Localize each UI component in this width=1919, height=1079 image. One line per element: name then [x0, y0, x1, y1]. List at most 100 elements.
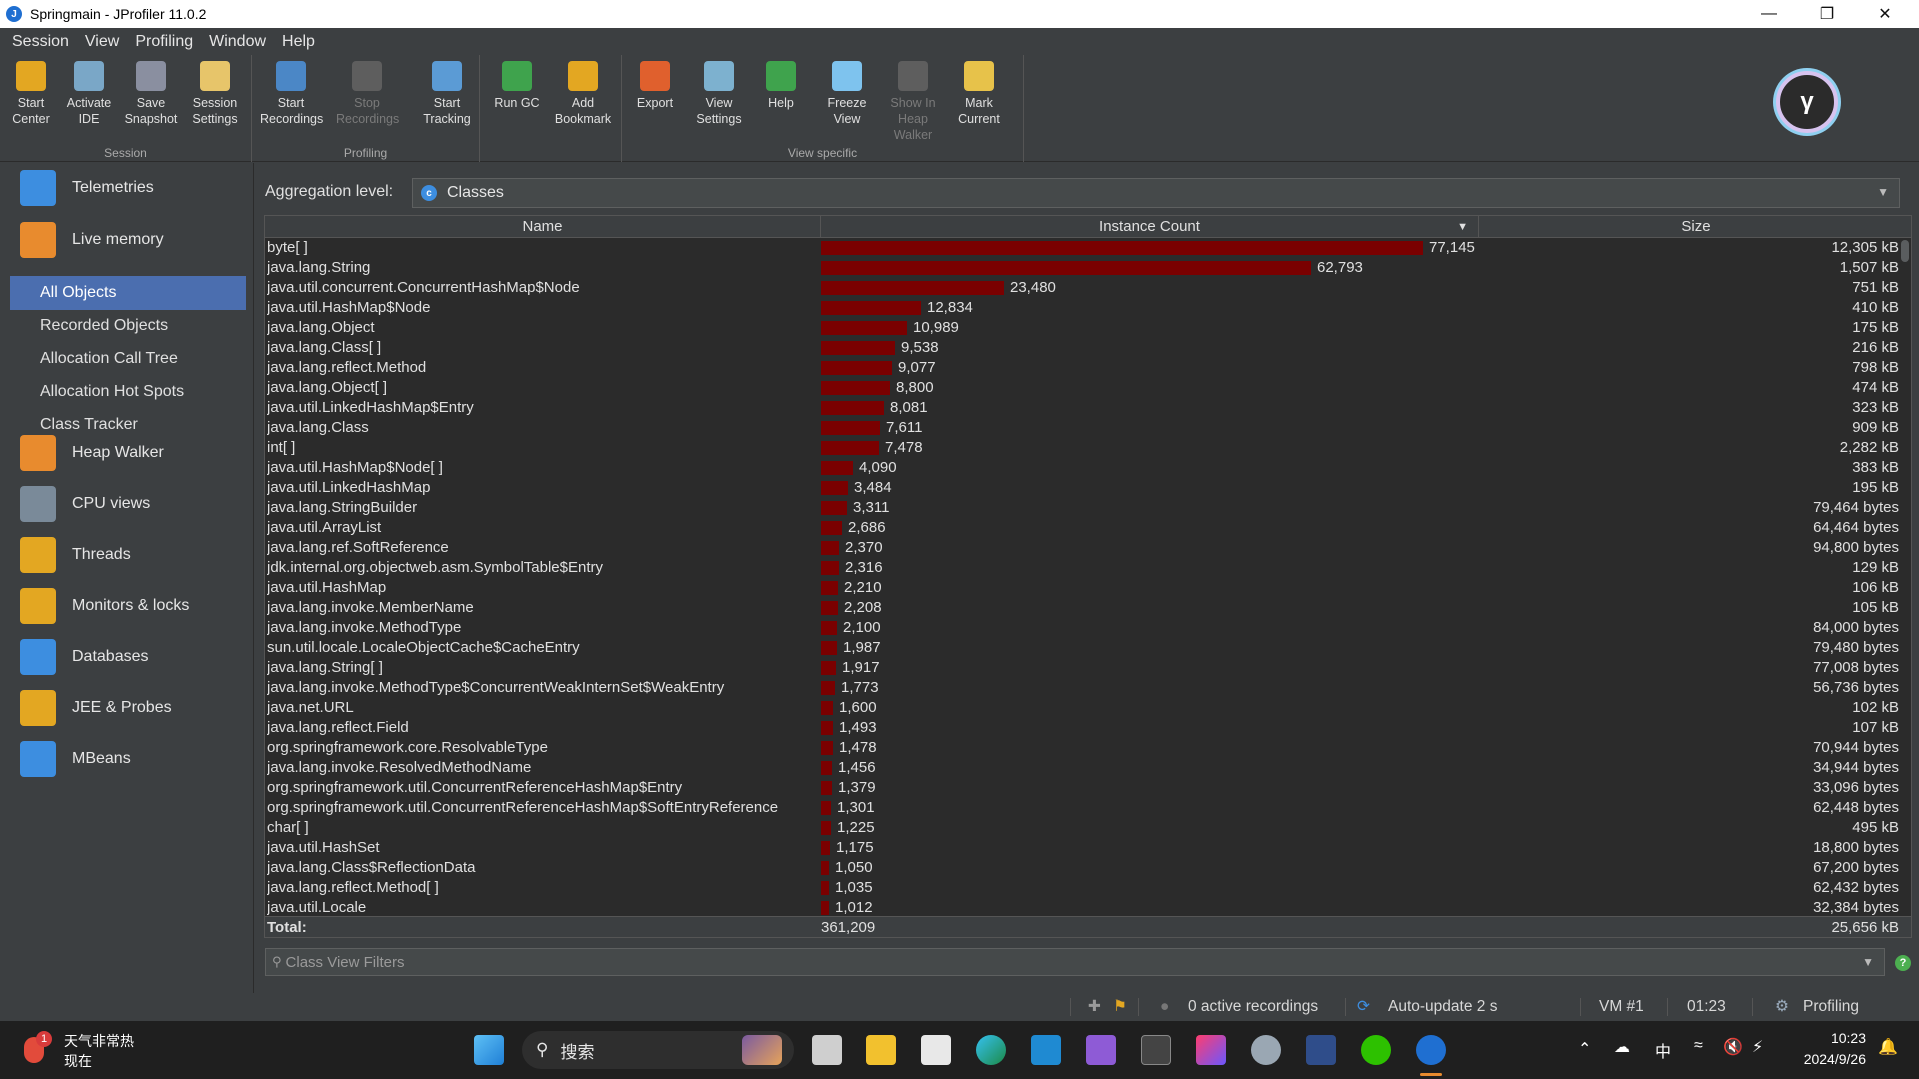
- help-button[interactable]: Help: [750, 61, 812, 111]
- close-button[interactable]: ✕: [1856, 0, 1914, 28]
- table-row[interactable]: java.lang.Object 10,989 175 kB: [265, 318, 1911, 338]
- table-row[interactable]: java.lang.Object[ ] 8,800 474 kB: [265, 378, 1911, 398]
- table-row[interactable]: java.lang.ref.SoftReference 2,370 94,800 b…: [265, 538, 1911, 558]
- wifi-icon[interactable]: ≈: [1694, 1037, 1703, 1055]
- table-row[interactable]: java.lang.reflect.Field 1,493 107 kB: [265, 718, 1911, 738]
- activate-ide-button[interactable]: Activate IDE: [58, 61, 120, 127]
- table-row[interactable]: java.util.LinkedHashMap 3,484 195 kB: [265, 478, 1911, 498]
- add-bookmark-button[interactable]: Add Bookmark: [552, 61, 614, 127]
- sidebar-item-allocation-call-tree[interactable]: Allocation Call Tree: [10, 342, 246, 376]
- freeze-view-button[interactable]: Freeze View: [816, 61, 878, 127]
- clock-date[interactable]: 2024/9/26: [1796, 1051, 1866, 1067]
- notification-bell-icon[interactable]: 🔔: [1878, 1037, 1898, 1057]
- table-row[interactable]: org.springframework.util.ConcurrentRefer…: [265, 798, 1911, 818]
- terminal-icon[interactable]: [1141, 1035, 1171, 1065]
- column-name[interactable]: Name: [265, 216, 821, 238]
- column-size[interactable]: Size: [1479, 216, 1911, 238]
- stop-recordings-button[interactable]: Stop Recordings: [336, 61, 399, 127]
- table-row[interactable]: jdk.internal.org.objectweb.asm.SymbolTab…: [265, 558, 1911, 578]
- sidebar-section-monitors-locks[interactable]: Monitors & locks: [0, 581, 254, 631]
- sidebar-section-live-memory[interactable]: Live memory: [0, 215, 254, 265]
- table-row[interactable]: java.lang.String[ ] 1,917 77,008 bytes: [265, 658, 1911, 678]
- table-row[interactable]: java.net.URL 1,600 102 kB: [265, 698, 1911, 718]
- table-row[interactable]: java.util.HashSet 1,175 18,800 bytes: [265, 838, 1911, 858]
- table-row[interactable]: org.springframework.util.ConcurrentRefer…: [265, 778, 1911, 798]
- table-row[interactable]: byte[ ] 77,145 12,305 kB: [265, 238, 1911, 258]
- settings-icon[interactable]: [1251, 1035, 1281, 1065]
- table-row[interactable]: java.util.ArrayList 2,686 64,464 bytes: [265, 518, 1911, 538]
- sidebar-section-jee-probes[interactable]: JEE & Probes: [0, 683, 254, 733]
- start-center-button[interactable]: Start Center: [0, 61, 62, 127]
- table-row[interactable]: java.util.Locale 1,012 32,384 bytes: [265, 898, 1911, 916]
- save-snapshot-button[interactable]: Save Snapshot: [120, 61, 182, 127]
- sidebar-section-cpu-views[interactable]: CPU views: [0, 479, 254, 529]
- task-view-icon[interactable]: [812, 1035, 842, 1065]
- table-row[interactable]: java.lang.StringBuilder 3,311 79,464 bytes: [265, 498, 1911, 518]
- run-gc-button[interactable]: Run GC: [486, 61, 548, 111]
- filter-help-icon[interactable]: ?: [1895, 955, 1911, 971]
- table-row[interactable]: java.util.HashMap$Node 12,834 410 kB: [265, 298, 1911, 318]
- battery-icon[interactable]: ⚡: [1752, 1037, 1763, 1057]
- pin-icon[interactable]: ✚: [1088, 993, 1101, 1021]
- view-settings-button[interactable]: View Settings: [688, 61, 750, 127]
- table-row[interactable]: int[ ] 7,478 2,282 kB: [265, 438, 1911, 458]
- export-button[interactable]: Export: [624, 61, 686, 111]
- sidebar-item-recorded-objects[interactable]: Recorded Objects: [10, 309, 246, 343]
- vscode-icon[interactable]: [1031, 1035, 1061, 1065]
- wechat-icon[interactable]: [1361, 1035, 1391, 1065]
- auto-update-status[interactable]: Auto-update 2 s: [1388, 993, 1497, 1021]
- table-row[interactable]: java.lang.Class 7,611 909 kB: [265, 418, 1911, 438]
- table-row[interactable]: java.lang.invoke.MemberName 2,208 105 kB: [265, 598, 1911, 618]
- sidebar-section-mbeans[interactable]: MBeans: [0, 734, 254, 784]
- sidebar-item-allocation-hot-spots[interactable]: Allocation Hot Spots: [10, 375, 246, 409]
- cat-app-icon[interactable]: [1306, 1035, 1336, 1065]
- table-row[interactable]: sun.util.locale.LocaleObjectCache$CacheE…: [265, 638, 1911, 658]
- table-row[interactable]: java.lang.invoke.MethodType$ConcurrentWe…: [265, 678, 1911, 698]
- flag-icon[interactable]: ⚑: [1113, 993, 1127, 1021]
- sidebar-item-class-tracker[interactable]: Class Tracker: [10, 408, 246, 442]
- show-in-heap-walker-button[interactable]: Show In Heap Walker: [882, 61, 944, 143]
- visual-studio-icon[interactable]: [1086, 1035, 1116, 1065]
- table-row[interactable]: java.lang.reflect.Method 9,077 798 kB: [265, 358, 1911, 378]
- table-row[interactable]: java.lang.Class[ ] 9,538 216 kB: [265, 338, 1911, 358]
- aggregation-level-select[interactable]: c Classes ▼: [412, 178, 1900, 208]
- filter-dropdown-icon[interactable]: ▼: [1862, 955, 1874, 969]
- column-instance-count[interactable]: Instance Count ▼: [821, 216, 1479, 238]
- table-row[interactable]: java.lang.reflect.Method[ ] 1,035 62,432 b…: [265, 878, 1911, 898]
- sidebar-section-telemetries[interactable]: Telemetries: [0, 163, 254, 213]
- table-row[interactable]: java.util.LinkedHashMap$Entry 8,081 323 kB: [265, 398, 1911, 418]
- table-row[interactable]: java.lang.Class$ReflectionData 1,050 67,20…: [265, 858, 1911, 878]
- edge-browser-icon[interactable]: [976, 1035, 1006, 1065]
- volume-muted-icon[interactable]: 🔇: [1723, 1037, 1743, 1057]
- menu-window[interactable]: Window: [201, 33, 274, 51]
- menu-profiling[interactable]: Profiling: [127, 33, 201, 51]
- menu-help[interactable]: Help: [274, 33, 323, 51]
- weather-widget[interactable]: 1 天气非常热 现在: [24, 1029, 154, 1071]
- sidebar-section-databases[interactable]: Databases: [0, 632, 254, 682]
- table-row[interactable]: java.util.concurrent.ConcurrentHashMap$N…: [265, 278, 1911, 298]
- table-row[interactable]: org.springframework.core.ResolvableType 1…: [265, 738, 1911, 758]
- windows-start-icon[interactable]: [474, 1035, 504, 1065]
- sidebar-item-all-objects[interactable]: All Objects: [10, 276, 246, 310]
- menu-session[interactable]: Session: [4, 33, 77, 51]
- start-tracking-button[interactable]: Start Tracking: [416, 61, 478, 127]
- table-row[interactable]: java.lang.String 62,793 1,507 kB: [265, 258, 1911, 278]
- minimize-button[interactable]: —: [1740, 0, 1798, 28]
- table-row[interactable]: java.lang.invoke.MethodType 2,100 84,000 b…: [265, 618, 1911, 638]
- file-explorer-icon[interactable]: [866, 1035, 896, 1065]
- session-settings-button[interactable]: Session Settings: [184, 61, 246, 127]
- table-row[interactable]: java.util.HashMap 2,210 106 kB: [265, 578, 1911, 598]
- table-row[interactable]: char[ ] 1,225 495 kB: [265, 818, 1911, 838]
- start-recordings-button[interactable]: Start Recordings: [260, 61, 323, 127]
- clock-time[interactable]: 10:23: [1800, 1030, 1866, 1046]
- restore-button[interactable]: ❐: [1798, 0, 1856, 28]
- scrollbar-thumb[interactable]: [1901, 240, 1909, 262]
- vertical-scrollbar[interactable]: [1899, 238, 1911, 916]
- mark-current-button[interactable]: Mark Current: [948, 61, 1010, 127]
- microsoft-store-icon[interactable]: [921, 1035, 951, 1065]
- sidebar-section-threads[interactable]: Threads: [0, 530, 254, 580]
- ime-indicator[interactable]: 中: [1655, 1038, 1671, 1062]
- tray-expand-icon[interactable]: ⌃: [1578, 1039, 1591, 1059]
- intellij-icon[interactable]: [1196, 1035, 1226, 1065]
- jprofiler-taskbar-icon[interactable]: [1416, 1035, 1446, 1065]
